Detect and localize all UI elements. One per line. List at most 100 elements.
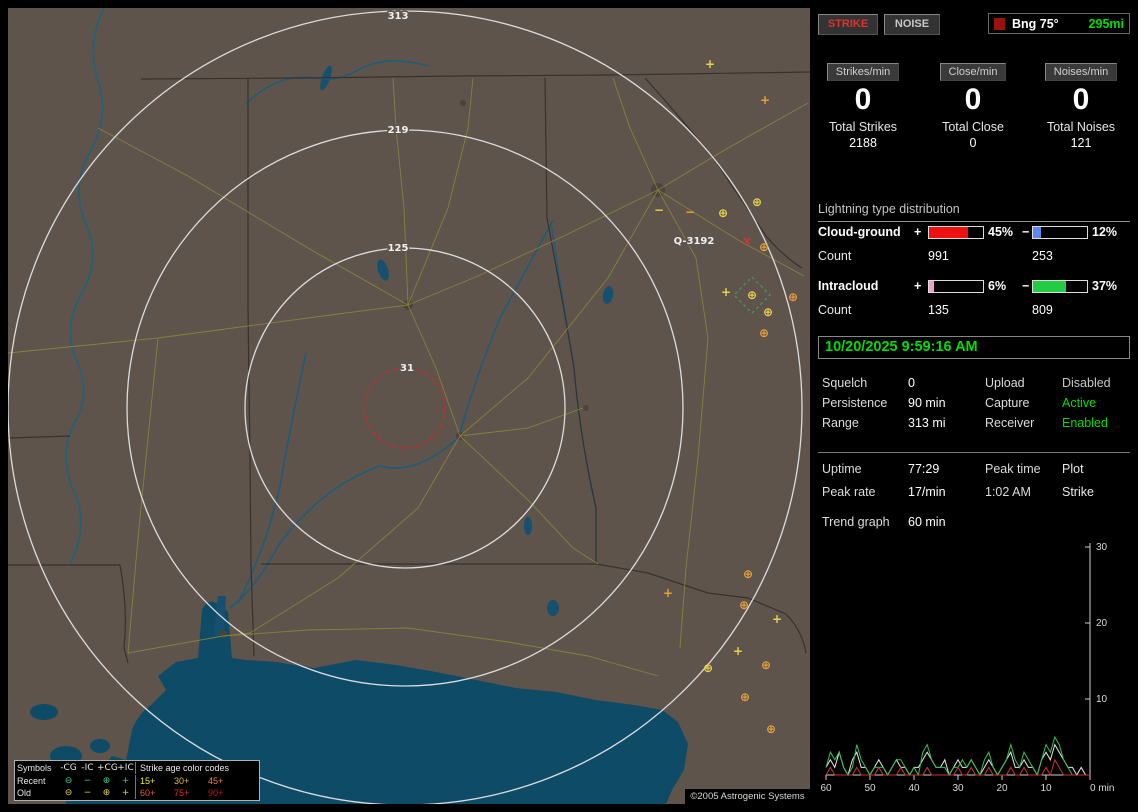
persistence-label: Persistence [822,396,888,410]
strike-legend: Symbols -CG -IC +CG +IC Strike age color… [14,760,260,801]
strikes-per-min-label: Strikes/min [826,63,900,81]
intracloud-label: Intracloud [818,279,879,293]
minus-sign: − [1022,225,1030,239]
total-noises-label: Total Noises [1046,120,1116,134]
recent-neg-cg-icon: ⊖ [64,775,73,786]
recent-pos-cg-icon: ⊕ [102,775,111,786]
trend-series-layer [825,735,1090,777]
strike-symbol: − [654,203,664,217]
legend-age-row-2: 60+ 75+ 90+ [135,787,257,799]
recent-neg-ic-icon: − [83,775,92,786]
trend-graph: 30 20 10 60 50 40 30 20 10 0 min [820,542,1114,794]
strike-symbol: + [721,285,731,299]
total-strikes-value: 2188 [849,136,877,150]
range-label: Range [822,416,859,430]
old-pos-ic-icon: + [121,788,130,798]
legend-header-row: Symbols -CG -IC +CG +IC Strike age color… [17,762,257,774]
plot-value: Strike [1062,485,1094,499]
trend-label-row: Trend graph 60 min [818,515,1130,531]
total-noises-value: 121 [1070,136,1092,150]
strike-symbol: − [685,205,695,219]
legend-col-neg-cg: -CG [60,763,77,773]
age-45: 45+ [208,775,224,786]
receiver-label: Receiver [985,416,1035,430]
strike-symbol: ⊕ [743,567,753,581]
cloud-ground-label: Cloud-ground [818,225,901,239]
lightning-map[interactable]: 313 219 125 31 Q-3192 + + ⊕ − ⊕ − ⊕ × + ⊕ ⊕ ⊕ ⊕ + ⊕ ⊕ + + ⊕ ⊕ ⊕ ⊕… [8,8,810,804]
recent-pos-ic-icon: + [121,775,130,786]
uptime-value: 77:29 [908,462,940,476]
upload-label: Upload [985,376,1025,390]
strike-symbol: ⊕ [763,305,773,319]
strike-symbol: ⊕ [788,290,798,304]
cg-negative-pct: 12% [1092,225,1118,239]
old-neg-ic-icon: − [83,788,92,798]
strike-symbol: ⊕ [761,658,771,672]
strikes-per-min-value: 0 [854,83,872,116]
legend-age-title: Strike age color codes [135,762,257,774]
station-label: Q-3192 [674,236,715,247]
total-strikes-label: Total Strikes [828,120,898,134]
squelch-value: 0 [908,376,915,390]
ic-positive-pct: 6% [988,279,1007,293]
legend-recent-label: Recent [17,775,46,786]
squelch-label: Squelch [822,376,868,390]
plus-sign: + [914,279,922,293]
total-close-value: 0 [969,136,977,150]
strikes-counter-column: Strikes/min 0 Total Strikes 2188 [808,0,918,150]
peak-time-label: Peak time [985,462,1041,476]
cg-positive-pct: 45% [988,225,1014,239]
settings-row-range: Range 313 mi Receiver Enabled [818,416,1130,432]
peak-time-value: 1:02 AM [985,485,1031,499]
x-tick-label: 20 [996,783,1008,794]
upload-status: Disabled [1062,376,1111,390]
settings-row-squelch: Squelch 0 Upload Disabled [818,376,1130,392]
plot-label: Plot [1062,462,1084,476]
age-90: 90+ [208,788,224,798]
legend-old-label: Old [17,788,32,798]
x-tick-label: 10 [1040,783,1052,794]
persistence-value: 90 min [908,396,946,410]
receiver-status: Enabled [1062,416,1108,430]
intracloud-row: Intracloud + 6% − 37% [818,279,1130,294]
old-neg-cg-icon: ⊖ [64,788,73,798]
range-value: 313 mi [908,416,946,430]
strike-symbol: ⊕ [752,195,762,209]
total-close-label: Total Close [942,120,1004,134]
age-60: 60+ [140,788,156,798]
strike-symbol: + [772,612,782,626]
peak-rate-label: Peak rate [822,485,876,499]
legend-age-row-1: 15+ 30+ 45+ [135,774,257,787]
y-tick-label: 10 [1096,694,1108,705]
legend-old-row: Old ⊖ − ⊕ + 60+ 75+ 90+ [17,787,257,799]
settings-row-persistence: Persistence 90 min Capture Active [818,396,1130,412]
cg-negative-count: 253 [1032,249,1053,263]
age-15: 15+ [140,775,156,786]
uptime-label: Uptime [822,462,862,476]
strike-symbol: + [663,586,673,600]
strike-symbol: ⊕ [759,240,769,254]
trend-window-value: 60 min [908,515,946,529]
age-30: 30+ [174,775,190,786]
capture-label: Capture [985,396,1030,410]
minus-sign: − [1022,279,1030,293]
strike-symbol: + [733,644,743,658]
ic-positive-bar [928,280,984,293]
noises-counter-column: Noises/min 0 Total Noises 121 [1026,0,1136,150]
range-ring-label: 313 [388,11,409,22]
strike-symbol: × [742,234,752,248]
range-ring-label: 31 [400,363,414,374]
noises-per-min-label: Noises/min [1044,63,1118,81]
cloud-ground-count-row: Count 991 253 [818,249,1130,264]
nexstorm-window: { "window": { "copyright": "©2005 Astrog… [0,0,1138,812]
cg-negative-bar [1032,226,1088,239]
range-ring-label: 219 [388,125,409,136]
cg-positive-count: 991 [928,249,949,263]
peak-rate-value: 17/min [908,485,946,499]
age-75: 75+ [174,788,190,798]
x-tick-label: 40 [908,783,920,794]
strike-symbol: ⊕ [703,661,713,675]
copyright-notice: ©2005 Astrogenic Systems [685,789,810,804]
close-per-min-label: Close/min [939,63,1007,81]
legend-recent-row: Recent ⊖ − ⊕ + 15+ 30+ 45+ [17,774,257,787]
